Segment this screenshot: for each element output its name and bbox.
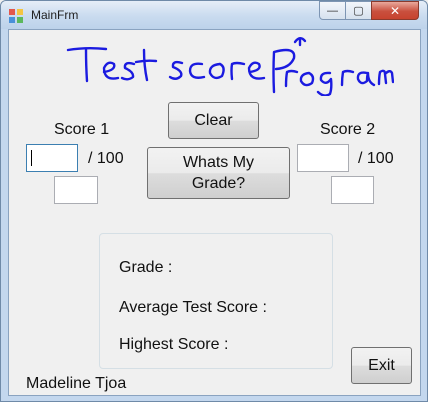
author-label: Madeline Tjoa — [26, 375, 127, 392]
clear-button[interactable]: Clear — [168, 102, 259, 139]
score2-input[interactable] — [297, 144, 349, 172]
grade-label: Grade : — [119, 259, 173, 276]
app-icon — [9, 9, 23, 23]
average-score-label: Average Test Score : — [119, 299, 267, 316]
score1-label: Score 1 — [54, 121, 110, 138]
maximize-icon: ▢ — [353, 5, 364, 17]
exit-button[interactable]: Exit — [351, 347, 412, 384]
highest-score-label: Highest Score : — [119, 336, 229, 353]
maximize-button[interactable]: ▢ — [345, 1, 372, 20]
score1-input[interactable] — [26, 144, 78, 172]
close-button[interactable]: ✕ — [371, 1, 419, 20]
handwritten-title-image — [66, 37, 394, 96]
whats-my-grade-button[interactable]: Whats My Grade? — [147, 147, 290, 199]
close-icon: ✕ — [389, 3, 401, 18]
score2-out-of-label: / 100 — [358, 150, 394, 167]
score2-secondary-field[interactable] — [331, 176, 374, 204]
window-title: MainFrm — [31, 8, 79, 22]
score1-secondary-field[interactable] — [54, 176, 98, 204]
minimize-icon: — — [327, 4, 338, 17]
score1-out-of-label: / 100 — [88, 150, 124, 167]
score2-label: Score 2 — [320, 121, 376, 138]
main-window: MainFrm — ▢ ✕ Score 1 / 100 Clear Whats … — [0, 0, 428, 402]
minimize-button[interactable]: — — [319, 1, 346, 20]
title-bar[interactable]: MainFrm — ▢ ✕ — [1, 1, 427, 29]
form-client-area: Score 1 / 100 Clear Whats My Grade? Scor… — [8, 29, 421, 396]
